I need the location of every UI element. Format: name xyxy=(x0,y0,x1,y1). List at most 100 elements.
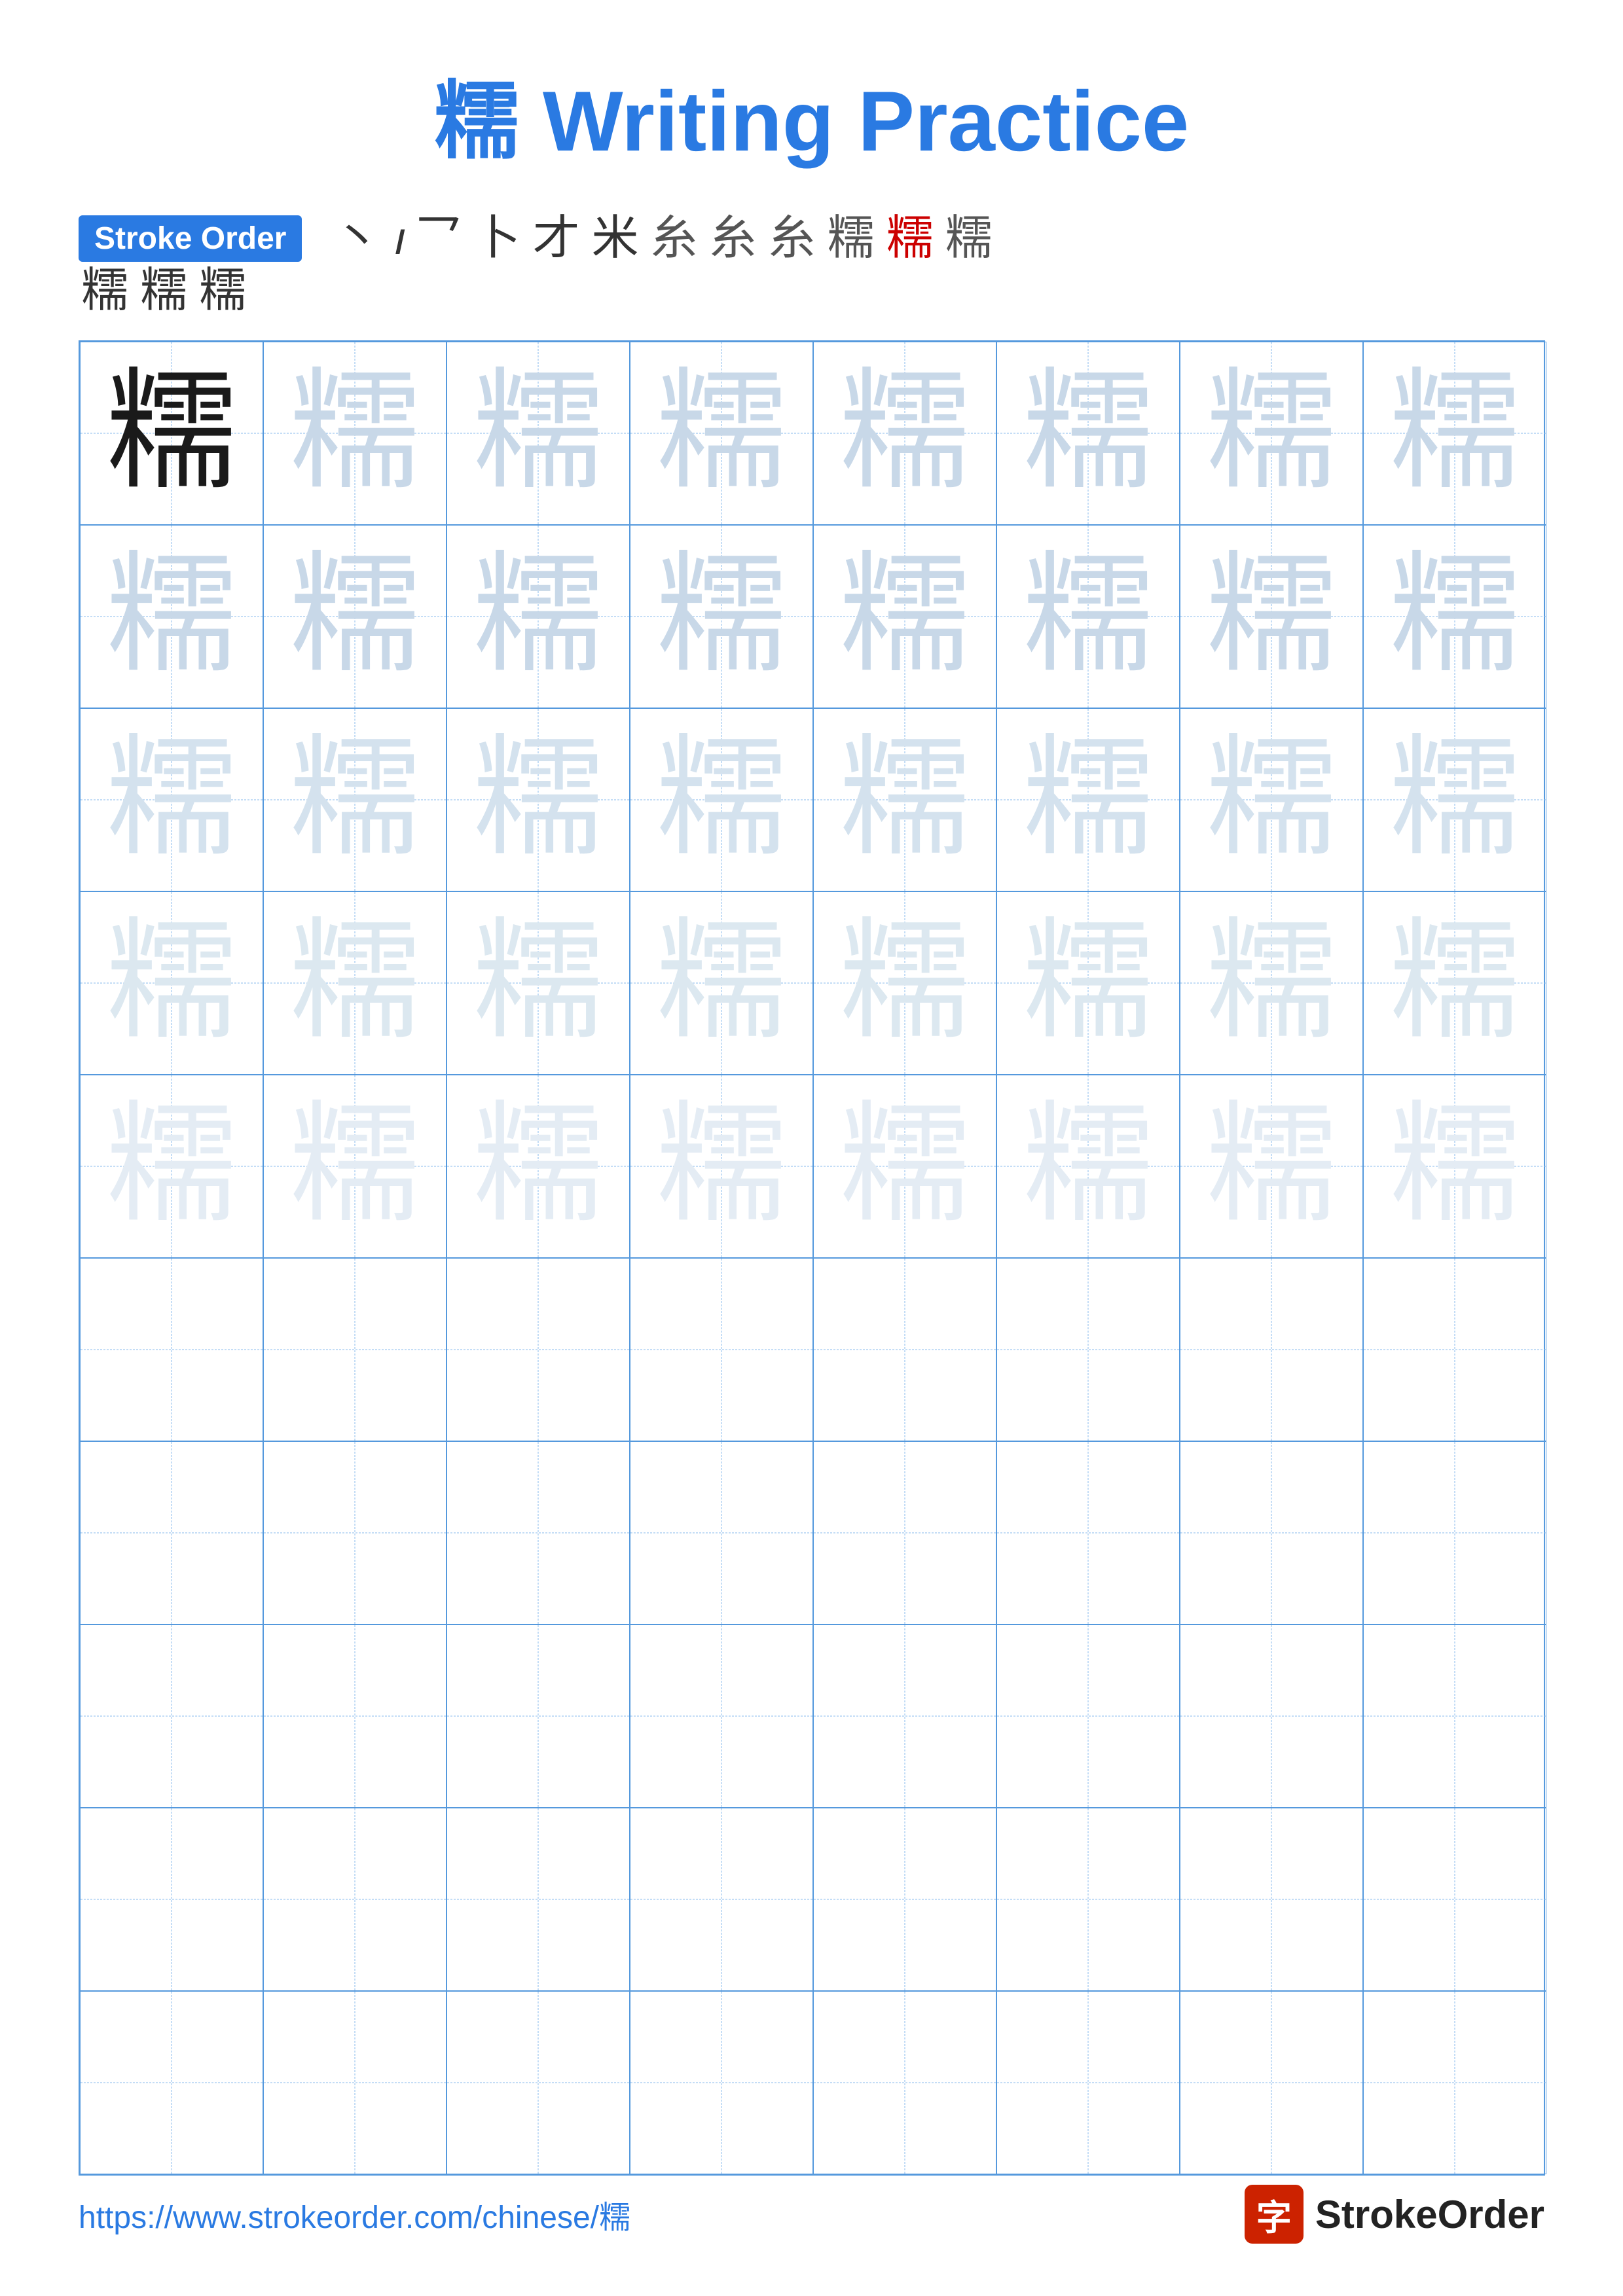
grid-cell[interactable]: 糯 xyxy=(80,708,263,891)
grid-cell[interactable]: 糯 xyxy=(630,708,813,891)
grid-row-10 xyxy=(80,1991,1544,2174)
grid-cell[interactable]: 糯 xyxy=(1363,891,1546,1075)
grid-cell[interactable]: 糯 xyxy=(1363,525,1546,708)
char-display: 糯 xyxy=(655,1101,786,1232)
stroke-step-3: 乛 xyxy=(414,215,462,262)
grid-cell[interactable]: 糯 xyxy=(813,1075,996,1258)
grid-cell[interactable] xyxy=(447,1808,630,1991)
grid-cell[interactable] xyxy=(447,1624,630,1808)
grid-cell[interactable] xyxy=(813,1624,996,1808)
footer: https://www.strokeorder.com/chinese/糯 字 … xyxy=(79,2185,1544,2244)
grid-cell[interactable]: 糯 xyxy=(1180,525,1363,708)
grid-cell[interactable] xyxy=(996,1991,1180,2174)
grid-cell[interactable]: 糯 xyxy=(996,891,1180,1075)
grid-cell[interactable]: 糯 xyxy=(630,1075,813,1258)
footer-url[interactable]: https://www.strokeorder.com/chinese/糯 xyxy=(79,2191,630,2237)
grid-cell[interactable] xyxy=(996,1441,1180,1624)
grid-cell[interactable] xyxy=(630,1441,813,1624)
grid-cell[interactable]: 糯 xyxy=(80,342,263,525)
grid-cell[interactable]: 糯 xyxy=(263,525,447,708)
grid-cell[interactable] xyxy=(1363,1258,1546,1441)
grid-cell[interactable]: 糯 xyxy=(813,891,996,1075)
grid-cell[interactable]: 糯 xyxy=(80,891,263,1075)
grid-cell[interactable] xyxy=(80,1441,263,1624)
grid-cell[interactable] xyxy=(1363,1991,1546,2174)
grid-cell[interactable] xyxy=(80,1258,263,1441)
char-display: 糯 xyxy=(289,551,420,682)
grid-cell[interactable]: 糯 xyxy=(263,891,447,1075)
grid-cell[interactable] xyxy=(813,1258,996,1441)
grid-cell[interactable] xyxy=(447,1258,630,1441)
grid-cell[interactable] xyxy=(996,1258,1180,1441)
grid-cell[interactable] xyxy=(1363,1624,1546,1808)
grid-cell[interactable]: 糯 xyxy=(1363,1075,1546,1258)
grid-cell[interactable] xyxy=(813,1991,996,2174)
grid-cell[interactable] xyxy=(996,1808,1180,1991)
char-display: 糯 xyxy=(105,734,236,865)
grid-cell[interactable]: 糯 xyxy=(996,525,1180,708)
grid-cell[interactable] xyxy=(630,1624,813,1808)
stroke-step-15: 糯 xyxy=(199,267,246,314)
grid-cell[interactable] xyxy=(630,1808,813,1991)
grid-cell[interactable] xyxy=(80,1624,263,1808)
grid-cell[interactable] xyxy=(263,1441,447,1624)
grid-cell[interactable] xyxy=(263,1624,447,1808)
grid-cell[interactable]: 糯 xyxy=(263,342,447,525)
grid-cell[interactable] xyxy=(630,1991,813,2174)
grid-cell[interactable] xyxy=(996,1624,1180,1808)
grid-cell[interactable]: 糯 xyxy=(263,708,447,891)
grid-cell[interactable]: 糯 xyxy=(447,342,630,525)
grid-cell[interactable]: 糯 xyxy=(447,891,630,1075)
grid-cell[interactable]: 糯 xyxy=(996,708,1180,891)
grid-cell[interactable] xyxy=(630,1258,813,1441)
grid-cell[interactable] xyxy=(1363,1441,1546,1624)
page: 糯 Writing Practice Stroke Order 丶 𝚤 乛 卜 … xyxy=(0,0,1623,2296)
stroke-step-10: 糯 xyxy=(828,215,875,262)
grid-cell[interactable] xyxy=(447,1441,630,1624)
grid-cell[interactable]: 糯 xyxy=(80,1075,263,1258)
grid-cell[interactable]: 糯 xyxy=(1180,708,1363,891)
grid-cell[interactable]: 糯 xyxy=(813,342,996,525)
grid-cell[interactable] xyxy=(1180,1808,1363,1991)
grid-cell[interactable] xyxy=(80,1991,263,2174)
grid-cell[interactable] xyxy=(263,1808,447,1991)
stroke-row-1: Stroke Order 丶 𝚤 乛 卜 才 米 糸 糸 糸 糯 糯 糯 xyxy=(79,215,1544,262)
grid-cell[interactable]: 糯 xyxy=(630,525,813,708)
char-display: 糯 xyxy=(1205,734,1336,865)
stroke-step-4: 卜 xyxy=(473,215,520,262)
grid-cell[interactable]: 糯 xyxy=(630,891,813,1075)
grid-cell[interactable]: 糯 xyxy=(447,525,630,708)
grid-cell[interactable] xyxy=(1180,1441,1363,1624)
grid-cell[interactable] xyxy=(1180,1258,1363,1441)
grid-cell[interactable]: 糯 xyxy=(1363,342,1546,525)
grid-cell[interactable] xyxy=(1180,1624,1363,1808)
grid-cell[interactable] xyxy=(1363,1808,1546,1991)
grid-cell[interactable] xyxy=(447,1991,630,2174)
grid-cell[interactable]: 糯 xyxy=(447,708,630,891)
grid-cell[interactable]: 糯 xyxy=(813,708,996,891)
grid-cell[interactable]: 糯 xyxy=(630,342,813,525)
grid-cell[interactable]: 糯 xyxy=(1180,342,1363,525)
grid-cell[interactable]: 糯 xyxy=(1180,1075,1363,1258)
char-display: 糯 xyxy=(1205,918,1336,1049)
logo-text: StrokeOrder xyxy=(1315,2192,1544,2237)
grid-cell[interactable] xyxy=(813,1808,996,1991)
char-display: 糯 xyxy=(105,918,236,1049)
grid-cell[interactable] xyxy=(813,1441,996,1624)
grid-cell[interactable]: 糯 xyxy=(80,525,263,708)
grid-cell[interactable]: 糯 xyxy=(813,525,996,708)
grid-cell[interactable] xyxy=(263,1991,447,2174)
grid-cell[interactable]: 糯 xyxy=(447,1075,630,1258)
grid-cell[interactable]: 糯 xyxy=(996,1075,1180,1258)
grid-cell[interactable]: 糯 xyxy=(1180,891,1363,1075)
grid-cell[interactable] xyxy=(1180,1991,1363,2174)
char-display: 糯 xyxy=(472,1101,603,1232)
stroke-row-2: 糯 糯 糯 xyxy=(81,267,1544,314)
title-text: Writing Practice xyxy=(519,73,1189,169)
grid-cell[interactable] xyxy=(263,1258,447,1441)
grid-cell[interactable]: 糯 xyxy=(263,1075,447,1258)
grid-cell[interactable] xyxy=(80,1808,263,1991)
grid-cell[interactable]: 糯 xyxy=(1363,708,1546,891)
grid-cell[interactable]: 糯 xyxy=(996,342,1180,525)
grid-row-2: 糯 糯 糯 糯 糯 糯 糯 糯 xyxy=(80,525,1544,708)
